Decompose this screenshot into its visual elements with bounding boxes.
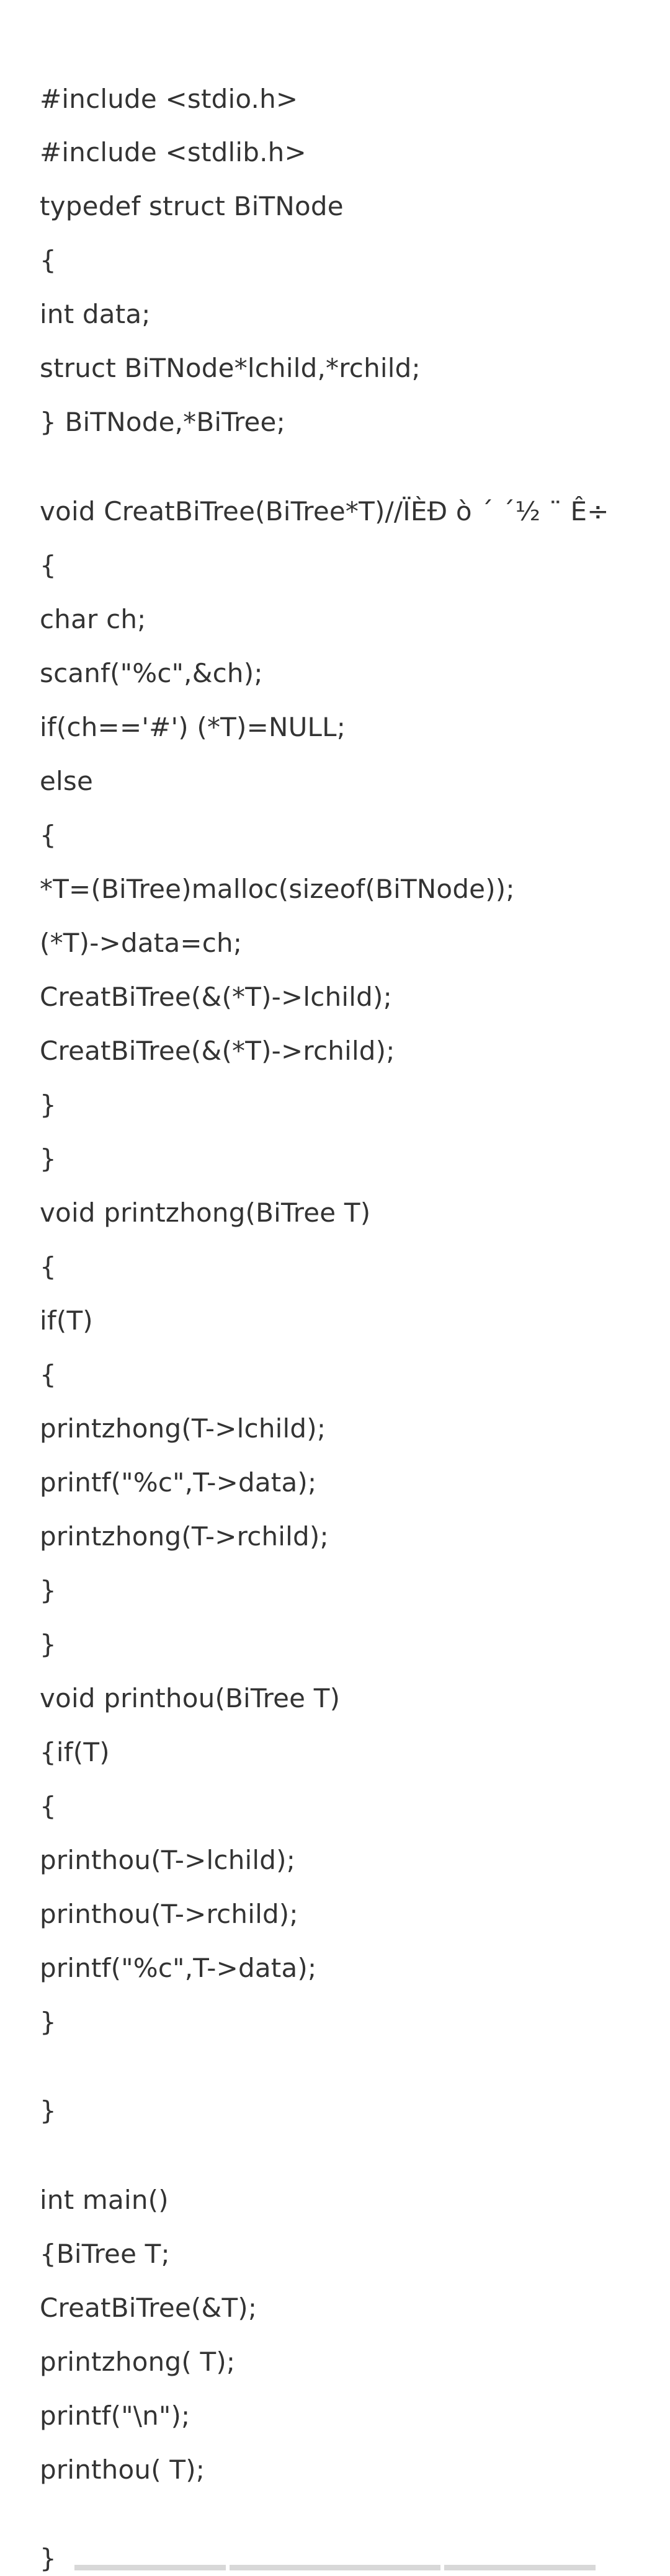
code-line: {BiTree T;	[40, 2239, 170, 2269]
code-line: CreatBiTree(&(*T)->lchild);	[40, 982, 392, 1012]
code-line: void printhou(BiTree T)	[40, 1683, 341, 1713]
code-line: printzhong(T->lchild);	[40, 1413, 326, 1444]
code-line: {if(T)	[40, 1737, 110, 1767]
code-line: }	[40, 2007, 56, 2037]
code-line: (*T)->data=ch;	[40, 928, 243, 958]
bottom-divider	[74, 2565, 596, 2570]
divider-segment	[444, 2565, 596, 2570]
code-line: printf("\n");	[40, 2401, 190, 2431]
code-line: int data;	[40, 299, 151, 329]
code-line: printf("%c",T->data);	[40, 1467, 317, 1498]
code-line: scanf("%c",&ch);	[40, 658, 263, 688]
code-line: printzhong( T);	[40, 2347, 236, 2377]
code-line: void printzhong(BiTree T)	[40, 1197, 371, 1228]
code-line: {	[40, 1791, 56, 1821]
code-line: printhou(T->rchild);	[40, 1899, 298, 1929]
code-line: {	[40, 1251, 56, 1282]
code-line: {	[40, 550, 56, 580]
code-line: }	[40, 2543, 56, 2574]
code-line: {	[40, 1359, 56, 1390]
code-line: printf("%c",T->data);	[40, 1953, 317, 1983]
code-line: *T=(BiTree)malloc(sizeof(BiTNode));	[40, 874, 515, 904]
code-line: #include <stdlib.h>	[40, 137, 306, 167]
divider-segment	[74, 2565, 226, 2570]
code-line: int main()	[40, 2185, 169, 2215]
code-line: }	[40, 1575, 56, 1606]
code-line: if(ch=='#') (*T)=NULL;	[40, 712, 346, 742]
divider-segment	[230, 2565, 440, 2570]
code-line: if(T)	[40, 1305, 93, 1336]
code-line: }	[40, 2095, 56, 2126]
code-line: }	[40, 1144, 56, 1174]
code-line: typedef struct BiTNode	[40, 191, 344, 221]
code-line: #include <stdio.h>	[40, 84, 298, 114]
code-line: char ch;	[40, 604, 146, 634]
code-line: void CreatBiTree(BiTree*T)//ÏÈÐ ò ´ ´½ ¨…	[40, 496, 609, 526]
code-line: }	[40, 1629, 56, 1659]
code-line: printhou( T);	[40, 2454, 205, 2485]
code-line: struct BiTNode*lchild,*rchild;	[40, 353, 421, 383]
code-line: printhou(T->lchild);	[40, 1845, 296, 1875]
code-document: #include <stdio.h> #include <stdlib.h> t…	[0, 0, 670, 2574]
code-line: } BiTNode,*BiTree;	[40, 407, 285, 437]
code-line: printzhong(T->rchild);	[40, 1521, 329, 1552]
code-line: {	[40, 245, 56, 275]
code-line: {	[40, 820, 56, 850]
code-line: CreatBiTree(&(*T)->rchild);	[40, 1036, 395, 1066]
code-line: else	[40, 766, 94, 796]
code-line: CreatBiTree(&T);	[40, 2293, 257, 2323]
code-line: }	[40, 1090, 56, 1120]
